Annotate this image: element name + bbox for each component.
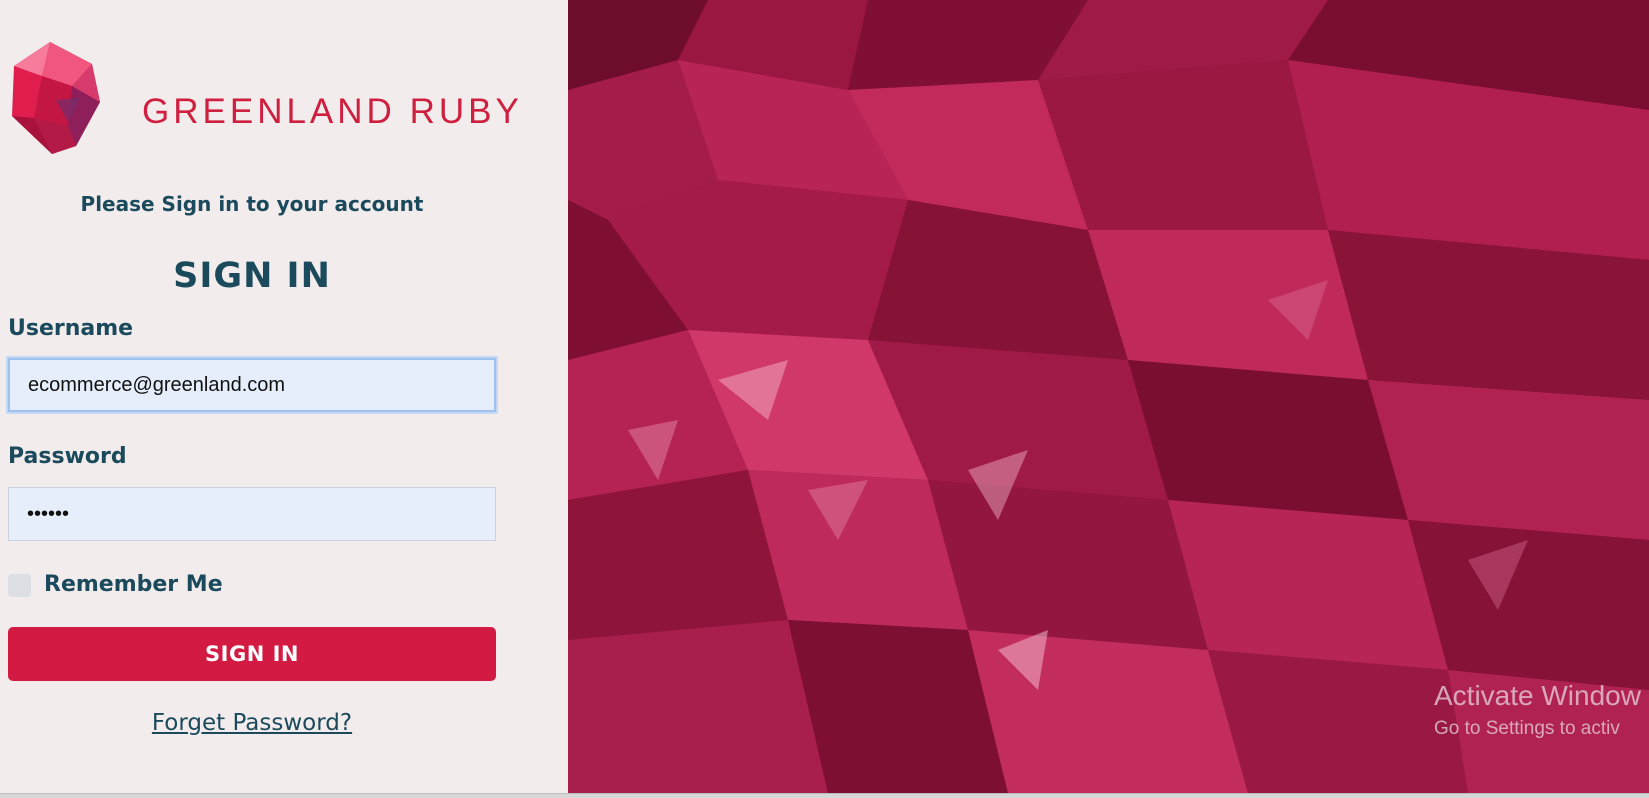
ruby-gem-icon	[12, 42, 100, 154]
login-panel: GREENLAND RUBY Please Sign in to your ac…	[0, 0, 568, 793]
brand-name: GREENLAND RUBY	[142, 92, 523, 132]
activate-windows-title: Activate Window	[1434, 680, 1641, 711]
page-title: SIGN IN	[173, 256, 331, 296]
password-input[interactable]	[8, 487, 496, 541]
activate-windows-subtitle: Go to Settings to activ	[1434, 718, 1620, 739]
remember-me-label[interactable]: Remember Me	[44, 572, 223, 597]
remember-me-checkbox[interactable]	[8, 574, 31, 597]
login-page: GREENLAND RUBY Please Sign in to your ac…	[0, 0, 1649, 798]
brand-name-first: GREENLAND	[142, 92, 396, 131]
activate-windows-watermark: Activate Window Go to Settings to activ	[1434, 680, 1641, 740]
login-subtitle: Please Sign in to your account	[80, 192, 424, 216]
crystal-texture-image	[568, 0, 1649, 793]
username-input[interactable]	[8, 358, 496, 412]
bottom-scrollbar[interactable]	[0, 793, 1649, 798]
username-label: Username	[8, 316, 134, 341]
forgot-password-link[interactable]: Forget Password?	[0, 710, 504, 736]
sign-in-button[interactable]: SIGN IN	[8, 627, 496, 681]
brand-name-second: RUBY	[409, 92, 523, 131]
ruby-crystal-background	[568, 0, 1649, 793]
password-label: Password	[8, 444, 127, 469]
